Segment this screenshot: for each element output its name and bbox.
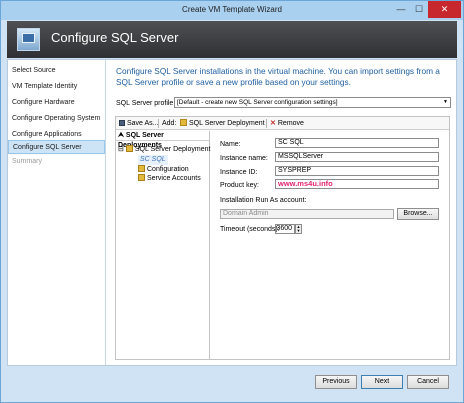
service-accounts-icon <box>138 174 145 181</box>
browse-button[interactable]: Browse... <box>397 208 439 220</box>
step-configure-os[interactable]: Configure Operating System <box>8 112 105 126</box>
profile-select[interactable]: [Default - create new SQL Server configu… <box>174 97 451 108</box>
toolbar-separator <box>266 119 267 128</box>
step-summary: Summary <box>12 158 42 165</box>
deployment-tree: ⮝ SQL Server Deployments ⊟ SQL Server De… <box>116 131 210 360</box>
spin-down-icon[interactable]: ▼ <box>296 229 301 233</box>
runas-label: Installation Run As account: <box>220 197 307 204</box>
name-field[interactable]: SC SQL <box>275 138 439 148</box>
collapse-toggle-icon[interactable]: ⊟ <box>118 146 124 153</box>
step-description: Configure SQL Server installations in th… <box>116 66 440 87</box>
step-select-source[interactable]: Select Source <box>8 64 105 78</box>
tree-header[interactable]: ⮝ SQL Server Deployments <box>116 131 209 149</box>
instance-id-label: Instance ID: <box>220 169 258 176</box>
timeout-stepper[interactable]: ▲ ▼ <box>295 224 302 234</box>
previous-button[interactable]: Previous <box>315 375 357 389</box>
title-bar: Create VM Template Wizard — ☐ ✕ <box>1 1 463 20</box>
toolbar-separator <box>158 119 159 128</box>
deployment-editor: Save As... Add: SQL Server Deployment ✕ R… <box>115 116 450 360</box>
step-content: Configure SQL Server installations in th… <box>107 60 456 365</box>
watermark-text: www.ms4u.info <box>278 179 333 188</box>
deployment-form: Name: SC SQL Instance name: MSSQLServer … <box>211 131 449 360</box>
close-button[interactable]: ✕ <box>428 1 461 18</box>
configuration-icon <box>138 165 145 172</box>
step-vm-template-identity[interactable]: VM Template Identity <box>8 80 105 94</box>
next-button[interactable]: Next <box>361 375 403 389</box>
remove-label: Remove <box>277 120 304 127</box>
save-icon <box>119 120 125 126</box>
profile-selected-value: [Default - create new SQL Server configu… <box>177 99 338 106</box>
save-as-button[interactable]: Save As... <box>119 119 159 129</box>
deployment-icon <box>180 119 187 126</box>
add-label: Add: <box>162 120 177 127</box>
tree-root-label: SQL Server Deployment <box>134 146 211 153</box>
editor-toolbar: Save As... Add: SQL Server Deployment ✕ R… <box>116 117 449 130</box>
remove-icon: ✕ <box>270 120 276 127</box>
timeout-label: Timeout (seconds): <box>220 226 280 233</box>
instance-name-label: Instance name: <box>220 155 268 162</box>
wizard-window: Create VM Template Wizard — ☐ ✕ Configur… <box>0 0 464 403</box>
step-configure-hardware[interactable]: Configure Hardware <box>8 96 105 110</box>
runas-account-field: Domain Admin <box>220 209 394 219</box>
deployment-icon <box>125 145 133 152</box>
monitor-screen <box>22 33 35 43</box>
add-sql-deployment-label: SQL Server Deployment <box>189 120 265 127</box>
tree-item-sc-sql[interactable]: SC SQL <box>138 155 168 165</box>
cancel-button[interactable]: Cancel <box>407 375 449 389</box>
remove-button[interactable]: ✕ Remove <box>270 119 304 129</box>
wizard-panel: Select Source VM Template Identity Confi… <box>7 59 457 366</box>
name-label: Name: <box>220 141 241 148</box>
step-configure-sql-server[interactable]: Configure SQL Server <box>8 140 105 154</box>
minimize-button[interactable]: — <box>393 1 409 18</box>
timeout-field[interactable]: 3600 <box>275 224 295 234</box>
instance-name-field[interactable]: MSSQLServer <box>275 152 439 162</box>
product-key-field[interactable]: www.ms4u.info <box>275 179 439 189</box>
tree-configuration-label: Configuration <box>147 166 189 173</box>
instance-id-field[interactable]: SYSPREP <box>275 166 439 176</box>
save-as-label: Save As... <box>127 120 159 127</box>
wizard-computer-icon <box>17 28 40 51</box>
page-banner: Configure SQL Server <box>7 21 457 58</box>
chevron-down-icon[interactable]: ▼ <box>441 98 450 107</box>
product-key-label: Product key: <box>220 182 259 189</box>
tree-service-accounts-label: Service Accounts <box>147 175 201 182</box>
maximize-button[interactable]: ☐ <box>411 1 427 18</box>
add-sql-deployment-button[interactable]: SQL Server Deployment <box>180 119 265 129</box>
profile-label: SQL Server profile: <box>116 100 176 107</box>
collapse-up-icon[interactable]: ⮝ <box>118 132 124 139</box>
wizard-steps: Select Source VM Template Identity Confi… <box>8 60 106 365</box>
page-title: Configure SQL Server <box>51 30 179 45</box>
tree-root-deployment[interactable]: ⊟ SQL Server Deployment <box>118 145 210 155</box>
tree-item-service-accounts[interactable]: Service Accounts <box>138 174 201 184</box>
